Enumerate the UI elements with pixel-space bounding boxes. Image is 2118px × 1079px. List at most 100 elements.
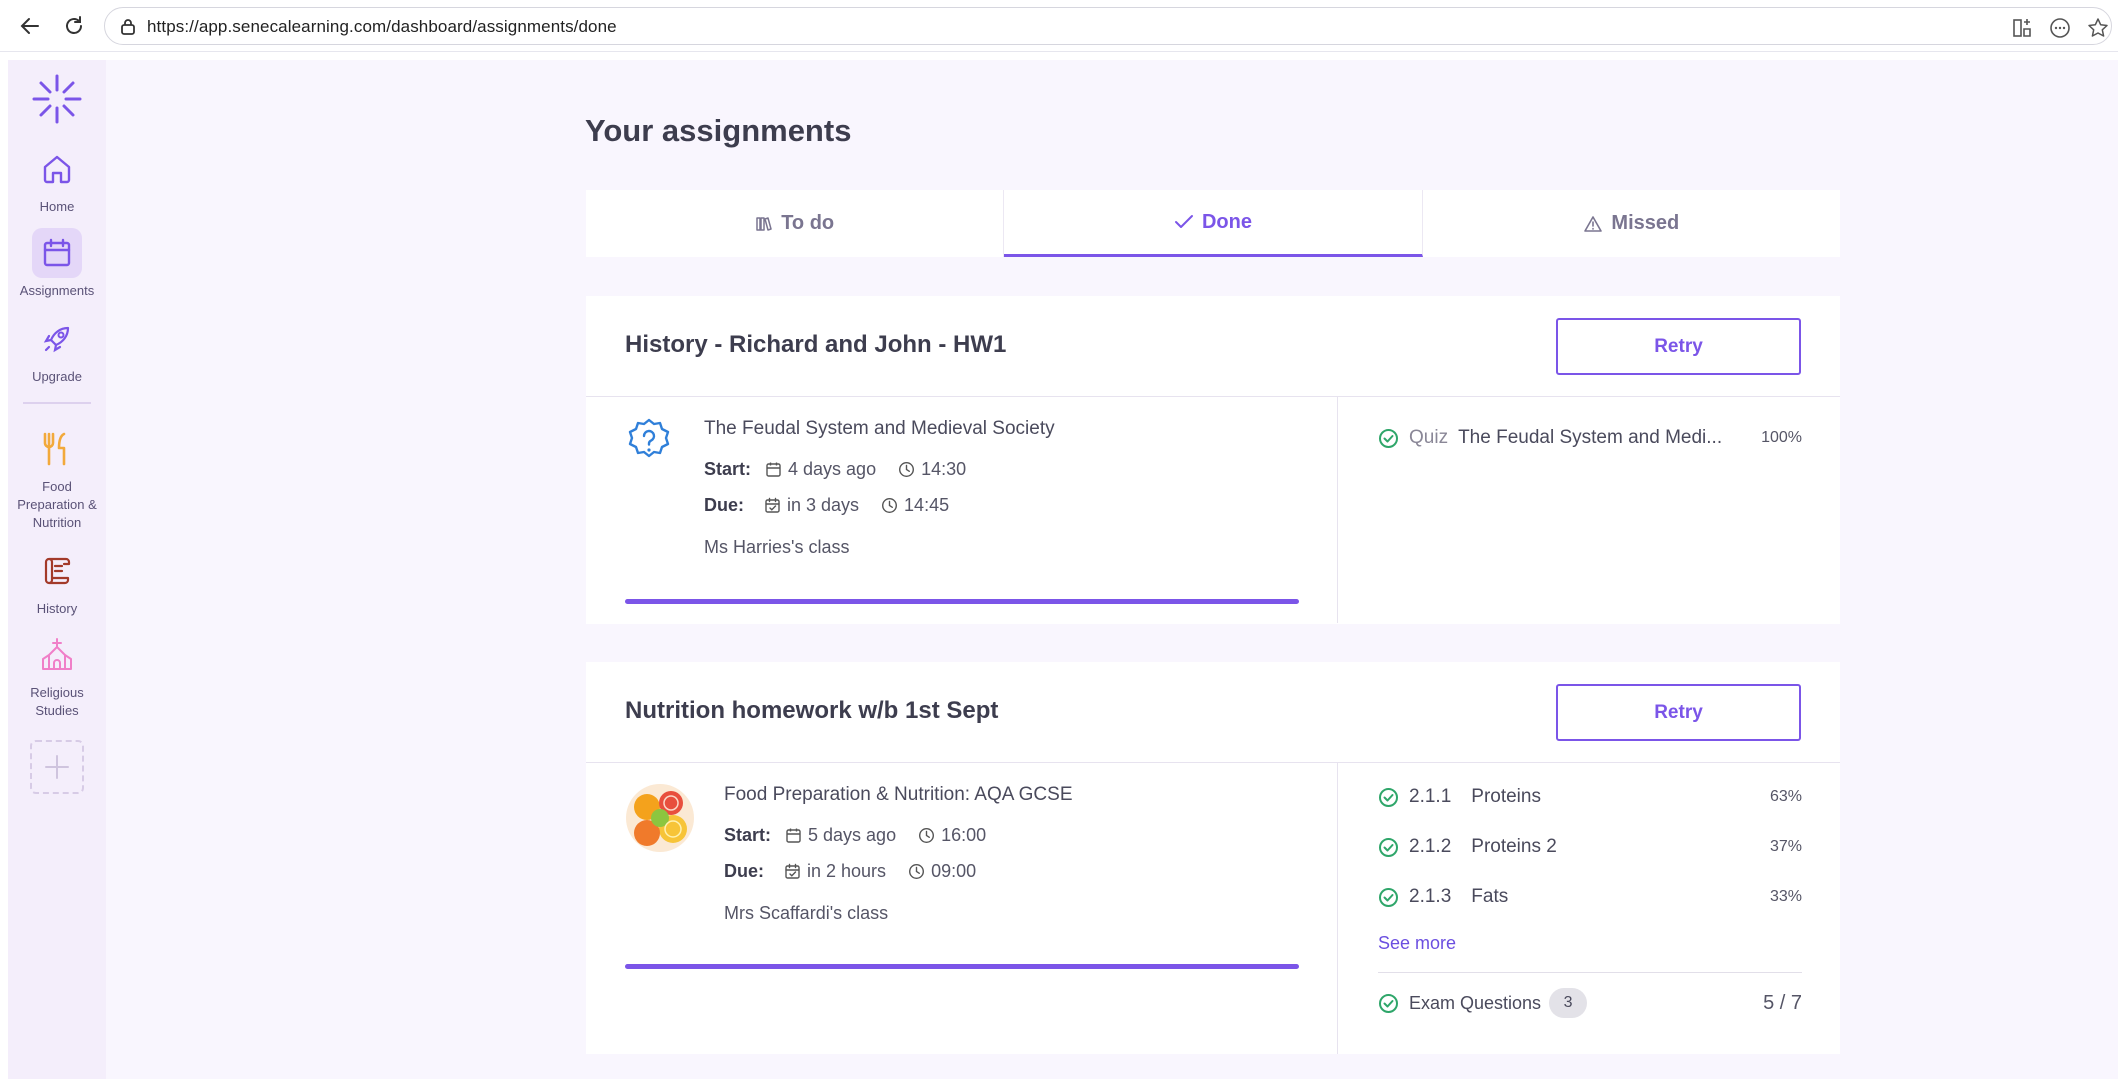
seneca-logo[interactable] xyxy=(8,72,106,131)
reload-button[interactable] xyxy=(60,12,88,40)
due-label: Due: xyxy=(704,495,744,515)
clock-icon xyxy=(918,827,935,844)
start-label: Start: xyxy=(704,459,752,479)
card-header: Nutrition homework w/b 1st Sept Retry xyxy=(586,662,1840,763)
assignment-card-history: History - Richard and John - HW1 Retry T… xyxy=(586,296,1840,624)
check-circle-icon xyxy=(1378,428,1399,449)
page-title: Your assignments xyxy=(585,113,852,148)
start-label: Start: xyxy=(724,825,772,845)
see-more-link[interactable]: See more xyxy=(1378,933,1456,954)
result-percent: 100% xyxy=(1761,429,1802,446)
sidebar-item-religious-studies[interactable]: Religious Studies xyxy=(8,630,106,720)
sidebar-item-assignments[interactable]: Assignments xyxy=(8,228,106,300)
sidebar-item-upgrade[interactable]: Upgrade xyxy=(8,314,106,386)
plus-icon xyxy=(45,755,69,779)
sidebar: Home Assignments Upgrade Food Preparatio… xyxy=(8,60,106,1079)
start-row: Start: 5 days ago 16:00 xyxy=(724,825,986,846)
tab-label: To do xyxy=(781,212,835,234)
calendar-icon xyxy=(43,238,71,267)
sidebar-divider xyxy=(23,402,91,404)
retry-button[interactable]: Retry xyxy=(1556,318,1801,375)
tab-missed[interactable]: Missed xyxy=(1423,190,1840,257)
main-content: Your assignments To do Done Missed Histo… xyxy=(106,60,2118,1079)
card-body: Food Preparation & Nutrition: AQA GCSE S… xyxy=(586,763,1840,1054)
results-panel: Quiz The Feudal System and Medi... 100% xyxy=(1338,397,1840,623)
result-name: Proteins 2 xyxy=(1471,836,1557,857)
course-title: The Feudal System and Medieval Society xyxy=(704,418,1055,439)
due-time: 09:00 xyxy=(931,861,977,881)
exam-count-badge: 3 xyxy=(1549,988,1588,1018)
result-row[interactable]: Quiz The Feudal System and Medi... 100% xyxy=(1378,427,1802,449)
assignment-title: History - Richard and John - HW1 xyxy=(625,331,1007,358)
rocket-icon xyxy=(43,326,70,353)
exam-score: 5 / 7 xyxy=(1763,991,1802,1014)
class-name: Mrs Scaffardi's class xyxy=(724,903,889,923)
result-kind: Quiz xyxy=(1409,427,1449,448)
sidebar-item-history[interactable]: History xyxy=(8,546,106,618)
sidebar-item-food-preparation[interactable]: Food Preparation & Nutrition xyxy=(8,424,106,532)
course-title: Food Preparation & Nutrition: AQA GCSE xyxy=(724,784,1073,805)
class-name: Ms Harries's class xyxy=(704,537,850,557)
tab-to-do[interactable]: To do xyxy=(586,190,1005,257)
assignment-title: Nutrition homework w/b 1st Sept xyxy=(625,697,999,724)
due-date: in 2 hours xyxy=(807,861,887,881)
retry-button[interactable]: Retry xyxy=(1556,684,1801,741)
quiz-badge-icon xyxy=(625,417,673,470)
more-options-icon[interactable] xyxy=(2047,15,2073,41)
assignment-details: The Feudal System and Medieval Society S… xyxy=(586,397,1338,623)
split-screen-icon[interactable] xyxy=(2009,15,2035,41)
calendar-check-icon xyxy=(764,497,781,514)
assignment-card-nutrition: Nutrition homework w/b 1st Sept Retry Fo… xyxy=(586,662,1840,1054)
calendar-icon xyxy=(785,827,802,844)
sidebar-item-label: Religious Studies xyxy=(30,685,84,718)
books-icon xyxy=(756,216,772,231)
start-date: 5 days ago xyxy=(808,825,897,845)
fork-knife-icon xyxy=(43,432,66,466)
browser-toolbar: https://app.senecalearning.com/dashboard… xyxy=(0,0,2118,52)
sidebar-item-home[interactable]: Home xyxy=(8,144,106,216)
sidebar-item-label: History xyxy=(36,601,78,616)
result-row[interactable]: 2.1.1 Proteins 63% xyxy=(1378,786,1802,808)
back-button[interactable] xyxy=(16,12,44,40)
home-icon xyxy=(43,155,71,184)
assignment-tabs: To do Done Missed xyxy=(586,190,1840,257)
progress-bar xyxy=(625,964,1299,969)
church-icon xyxy=(42,638,72,670)
check-circle-icon xyxy=(1378,787,1399,808)
result-row[interactable]: 2.1.3 Fats 33% xyxy=(1378,886,1802,908)
clock-icon xyxy=(881,497,898,514)
sidebar-item-label: Food Preparation & Nutrition xyxy=(17,479,97,530)
sidebar-item-label: Assignments xyxy=(19,283,95,298)
sidebar-item-label: Upgrade xyxy=(32,369,82,384)
result-row[interactable]: 2.1.2 Proteins 2 37% xyxy=(1378,836,1802,858)
result-code: 2.1.2 xyxy=(1409,836,1452,857)
calendar-icon xyxy=(765,461,782,478)
start-time: 16:00 xyxy=(941,825,987,845)
clock-icon xyxy=(908,863,925,880)
results-panel: 2.1.1 Proteins 63% 2.1.2 Proteins 2 37% … xyxy=(1338,763,1840,1054)
url-text[interactable]: https://app.senecalearning.com/dashboard… xyxy=(147,17,617,37)
lock-icon[interactable] xyxy=(119,17,137,42)
warning-icon xyxy=(1584,215,1603,232)
exam-questions-row[interactable]: Exam Questions 3 5 / 7 xyxy=(1378,988,1802,1018)
tab-label: Missed xyxy=(1611,212,1680,234)
result-name: The Feudal System and Medi... xyxy=(1458,427,1723,448)
due-label: Due: xyxy=(724,861,764,881)
tab-done[interactable]: Done xyxy=(1004,190,1423,257)
start-time: 14:30 xyxy=(921,459,967,479)
scroll-icon xyxy=(44,557,71,585)
address-bar[interactable]: https://app.senecalearning.com/dashboard… xyxy=(104,7,2112,45)
result-name: Proteins xyxy=(1471,786,1541,807)
calendar-check-icon xyxy=(784,863,801,880)
arrow-left-icon xyxy=(20,18,39,34)
check-icon xyxy=(1174,215,1193,228)
exam-label: Exam Questions xyxy=(1409,992,1542,1013)
start-date: 4 days ago xyxy=(788,459,877,479)
reload-icon xyxy=(66,16,82,34)
card-body: The Feudal System and Medieval Society S… xyxy=(586,397,1840,623)
add-course-button[interactable] xyxy=(30,740,84,794)
result-percent: 63% xyxy=(1769,788,1802,805)
card-header: History - Richard and John - HW1 Retry xyxy=(586,296,1840,397)
favorite-star-icon[interactable] xyxy=(2085,15,2111,41)
result-code: 2.1.1 xyxy=(1409,786,1452,807)
